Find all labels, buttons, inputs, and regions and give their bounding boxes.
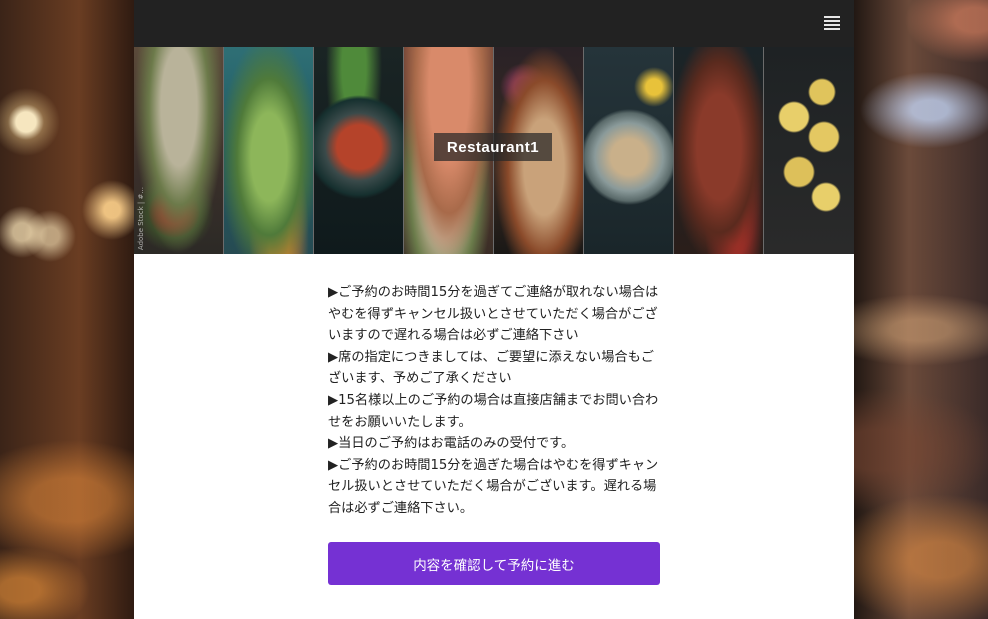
- food-photo-fish: Adobe Stock | #...: [134, 47, 224, 254]
- restaurant-title: Restaurant1: [434, 133, 552, 161]
- content-panel: Adobe Stock | #... Restaurant1 ▶ご予約のお時間1…: [134, 0, 854, 619]
- note-item: ▶15名様以上のご予約の場合は直接店舗までお問い合わせをお願いいたします。: [328, 392, 659, 430]
- stock-watermark: Adobe Stock | #...: [137, 186, 145, 250]
- note-item: ▶当日のご予約はお電話のみの受付です。: [328, 436, 575, 452]
- reservation-notes: ▶ご予約のお時間15分を過ぎてご連絡が取れない場合はやむを得ずキャンセル扱いとさ…: [328, 282, 664, 520]
- top-bar: [134, 0, 854, 47]
- hamburger-menu-icon[interactable]: [824, 16, 840, 30]
- proceed-to-reservation-button[interactable]: 内容を確認して予約に進む: [328, 542, 660, 585]
- note-item: ▶席の指定につきましては、ご要望に添えない場合もございます、予めご了承ください: [328, 349, 654, 387]
- note-item: ▶ご予約のお時間15分を過ぎた場合はやむを得ずキャンセル扱いとさせていただく場合…: [328, 457, 659, 516]
- hero-banner: Adobe Stock | #... Restaurant1: [134, 47, 854, 254]
- food-photo-plate: [584, 47, 674, 254]
- food-photo-potatoes: [764, 47, 854, 254]
- food-photo-meat: [674, 47, 764, 254]
- note-item: ▶ご予約のお時間15分を過ぎてご連絡が取れない場合はやむを得ずキャンセル扱いとさ…: [328, 285, 659, 344]
- food-photo-greens: [224, 47, 314, 254]
- food-photo-soup: [314, 47, 404, 254]
